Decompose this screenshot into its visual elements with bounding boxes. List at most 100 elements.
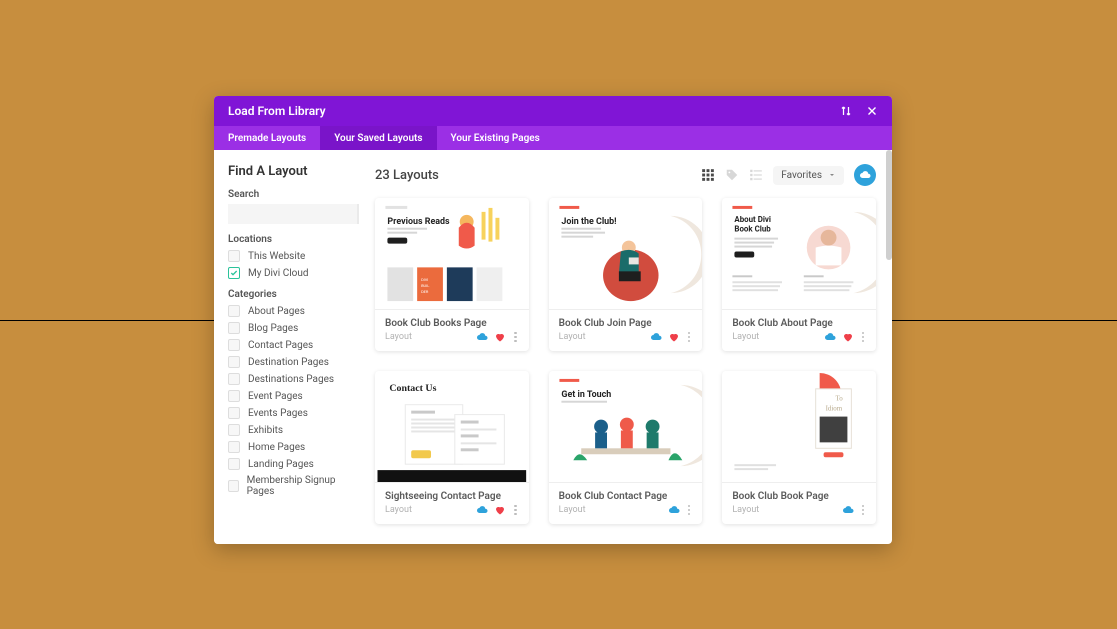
checkbox-icon — [228, 250, 240, 262]
modal-header: Load From Library — [214, 96, 892, 126]
layout-thumbnail: To Idiom — [722, 371, 876, 483]
checkbox-icon — [228, 441, 240, 453]
checkbox-icon — [228, 322, 240, 334]
cloud-icon — [842, 504, 854, 516]
checkbox-icon — [228, 424, 240, 436]
checkbox-label: Event Pages — [248, 391, 303, 402]
checkbox-label: Home Pages — [248, 442, 305, 453]
search-input[interactable] — [228, 204, 357, 224]
tab-bar: Premade Layouts Your Saved Layouts Your … — [214, 126, 892, 150]
tag-view-icon[interactable] — [725, 168, 739, 182]
tab-your-saved-layouts[interactable]: Your Saved Layouts — [320, 126, 436, 150]
card-type: Layout — [559, 332, 586, 342]
svg-text:BUIL: BUIL — [421, 283, 430, 288]
more-icon[interactable] — [686, 332, 693, 343]
cloud-icon — [824, 331, 836, 343]
layout-grid: Previous Reads — [375, 198, 876, 524]
category-membership-signup-pages[interactable]: Membership Signup Pages — [228, 475, 349, 497]
category-about-pages[interactable]: About Pages — [228, 305, 349, 317]
card-title: Book Club Book Page — [732, 491, 866, 502]
scrollbar[interactable] — [886, 150, 892, 260]
checkbox-icon — [228, 480, 239, 492]
card-type: Layout — [385, 332, 412, 342]
more-icon[interactable] — [860, 332, 867, 343]
tab-premade-layouts[interactable]: Premade Layouts — [214, 126, 320, 150]
layout-count: 23 Layouts — [375, 168, 439, 183]
svg-text:About Divi: About Divi — [735, 215, 772, 224]
category-destination-pages[interactable]: Destination Pages — [228, 356, 349, 368]
category-blog-pages[interactable]: Blog Pages — [228, 322, 349, 334]
checkbox-icon — [228, 458, 240, 470]
checkbox-icon — [228, 339, 240, 351]
tab-your-existing-pages[interactable]: Your Existing Pages — [437, 126, 554, 150]
layout-card[interactable]: Previous Reads — [375, 198, 529, 351]
card-title: Sightseeing Contact Page — [385, 491, 519, 502]
cloud-icon — [476, 504, 488, 516]
toolbar: Favorites — [701, 164, 876, 186]
svg-text:DER: DER — [421, 289, 429, 294]
checkbox-icon — [228, 407, 240, 419]
more-icon[interactable] — [512, 505, 519, 516]
heart-icon[interactable] — [494, 504, 506, 516]
layout-card[interactable]: Get in Touch — [549, 371, 703, 524]
checkbox-label: Blog Pages — [248, 323, 298, 334]
sidebar-title: Find A Layout — [228, 164, 349, 179]
card-type: Layout — [732, 332, 759, 342]
grid-view-icon[interactable] — [701, 168, 715, 182]
chevron-down-icon — [828, 171, 836, 179]
layout-card[interactable]: Join the Club! — [549, 198, 703, 351]
svg-text:Join the Club!: Join the Club! — [561, 217, 616, 227]
checkbox-label: Destination Pages — [248, 357, 329, 368]
checkbox-label: Membership Signup Pages — [247, 475, 349, 497]
more-icon[interactable] — [860, 505, 867, 516]
category-landing-pages[interactable]: Landing Pages — [228, 458, 349, 470]
layout-thumbnail: Previous Reads — [375, 198, 529, 310]
category-home-pages[interactable]: Home Pages — [228, 441, 349, 453]
category-exhibits[interactable]: Exhibits — [228, 424, 349, 436]
checkbox-icon — [228, 305, 240, 317]
card-title: Book Club Contact Page — [559, 491, 693, 502]
layout-card[interactable]: To Idiom Book Club Book Page Layout — [722, 371, 876, 524]
heart-icon[interactable] — [494, 331, 506, 343]
checkbox-label: My Divi Cloud — [248, 268, 309, 279]
location-my-divi-cloud[interactable]: My Divi Cloud — [228, 267, 349, 279]
checkbox-label: Destinations Pages — [248, 374, 334, 385]
close-icon[interactable] — [866, 105, 878, 117]
search-label: Search — [228, 189, 349, 200]
category-events-pages[interactable]: Events Pages — [228, 407, 349, 419]
list-view-icon[interactable] — [749, 168, 763, 182]
locations-label: Locations — [228, 234, 349, 245]
more-icon[interactable] — [512, 332, 519, 343]
sort-select[interactable]: Favorites — [773, 166, 844, 185]
heart-icon[interactable] — [668, 331, 680, 343]
card-type: Layout — [385, 505, 412, 515]
checkbox-icon — [228, 356, 240, 368]
svg-text:Previous Reads: Previous Reads — [387, 217, 450, 227]
library-modal: Load From Library Premade Layouts Your S… — [214, 96, 892, 544]
cloud-icon — [476, 331, 488, 343]
layout-card[interactable]: Contact Us — [375, 371, 529, 524]
more-icon[interactable] — [686, 505, 693, 516]
checkbox-label: Events Pages — [248, 408, 308, 419]
layout-thumbnail: Contact Us — [375, 371, 529, 483]
card-title: Book Club Books Page — [385, 318, 519, 329]
sort-label: Favorites — [781, 170, 822, 181]
checkbox-label: About Pages — [248, 306, 305, 317]
tab-label: Your Saved Layouts — [334, 133, 422, 144]
categories-label: Categories — [228, 289, 349, 300]
checkbox-label: Contact Pages — [248, 340, 313, 351]
sidebar: Find A Layout Search + Filter Locations … — [214, 150, 359, 544]
location-this-website[interactable]: This Website — [228, 250, 349, 262]
main-panel: 23 Layouts Favorites — [359, 150, 892, 544]
svg-text:To: To — [836, 396, 844, 403]
category-event-pages[interactable]: Event Pages — [228, 390, 349, 402]
checkbox-label: Exhibits — [248, 425, 283, 436]
heart-icon[interactable] — [842, 331, 854, 343]
category-destinations-pages[interactable]: Destinations Pages — [228, 373, 349, 385]
category-contact-pages[interactable]: Contact Pages — [228, 339, 349, 351]
portability-icon[interactable] — [840, 105, 852, 117]
cloud-icon — [650, 331, 662, 343]
checkbox-icon — [228, 390, 240, 402]
layout-card[interactable]: About Divi Book Club — [722, 198, 876, 351]
cloud-badge-button[interactable] — [854, 164, 876, 186]
